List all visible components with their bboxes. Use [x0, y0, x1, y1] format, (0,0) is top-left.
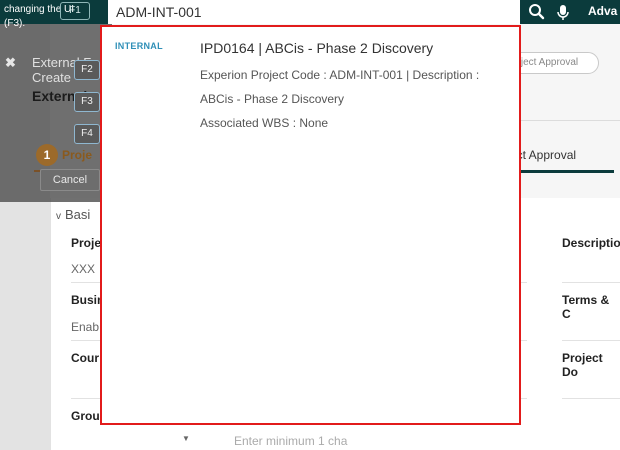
basic-section-label: Basi — [65, 207, 91, 222]
search-result-item[interactable]: INTERNAL IPD0164 | ABCis - Phase 2 Disco… — [102, 27, 519, 137]
field-value-business[interactable]: Enab — [71, 320, 99, 334]
result-detail-line: ABCis - Phase 2 Discovery — [200, 92, 345, 106]
microphone-icon[interactable] — [553, 2, 573, 22]
field-underline — [562, 398, 620, 399]
header-divider — [520, 120, 620, 121]
field-underline — [562, 282, 620, 283]
result-title[interactable]: IPD0164 | ABCis - Phase 2 Discovery — [200, 40, 433, 56]
dropdown-caret-icon[interactable]: ▼ — [182, 434, 190, 443]
field-value-project[interactable]: XXX — [71, 262, 95, 276]
field-label-group: Grou — [71, 409, 100, 423]
field-underline — [562, 340, 620, 341]
step-label[interactable]: Proje — [62, 148, 92, 162]
external-project-modal: ✖ External F Create External F2 F3 F4 1 … — [0, 24, 112, 202]
chevron-down-icon: v — [56, 211, 61, 222]
field-label-project: Proje — [71, 236, 102, 250]
basic-section-toggle[interactable]: v Basi — [56, 207, 90, 222]
search-results-dropdown: INTERNAL IPD0164 | ABCis - Phase 2 Disco… — [100, 25, 521, 425]
field-label-terms: Terms & C — [562, 293, 610, 321]
field-label-country: Cour — [71, 351, 99, 365]
cancel-button[interactable]: Cancel — [40, 169, 100, 191]
shortcut-key-f3: F3 — [74, 92, 100, 112]
search-icon[interactable] — [527, 2, 547, 22]
group-search-placeholder[interactable]: Enter minimum 1 cha — [234, 434, 347, 448]
shortcut-key-f2: F2 — [74, 60, 100, 80]
result-type-tag: INTERNAL — [115, 41, 163, 51]
shortcut-key-f4: F4 — [74, 124, 100, 144]
field-label-description: Descriptio — [562, 236, 620, 250]
close-icon[interactable]: ✖ — [5, 55, 16, 71]
global-search-input[interactable] — [108, 0, 520, 24]
result-detail-line: Experion Project Code : ADM-INT-001 | De… — [200, 68, 480, 82]
step-number-badge: 1 — [36, 144, 58, 166]
ui-hint-line-2: (F3). — [4, 18, 26, 29]
advanced-search-link[interactable]: Adva — [588, 4, 617, 18]
result-detail-line: Associated WBS : None — [200, 116, 329, 130]
field-label-project-doc: Project Do — [562, 351, 603, 379]
shortcut-key-f1: F1 — [60, 2, 90, 20]
modal-subtitle: Create — [32, 70, 72, 85]
